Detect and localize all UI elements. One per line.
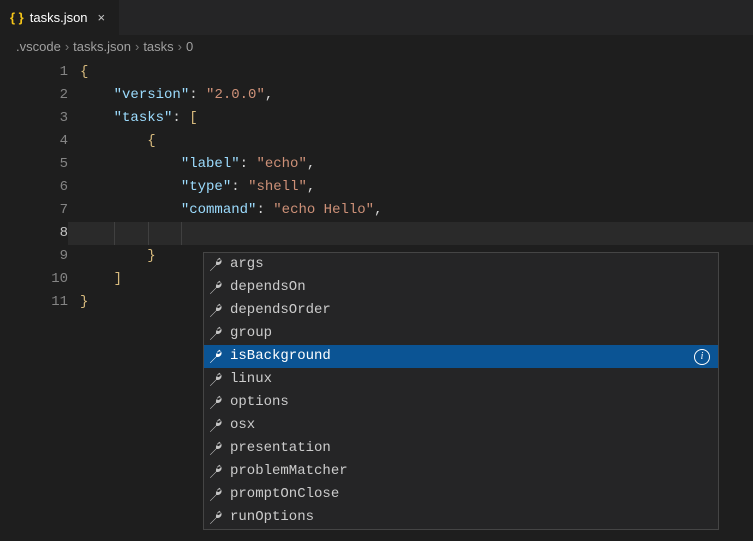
tab-bar: { } tasks.json × xyxy=(0,0,753,35)
property-icon xyxy=(208,280,224,296)
intellisense-suggest-widget[interactable]: args dependsOn dependsOrder group isBack… xyxy=(203,252,719,530)
suggest-item[interactable]: dependsOrder xyxy=(204,299,718,322)
breadcrumb-item[interactable]: tasks.json xyxy=(73,39,131,54)
suggest-item[interactable]: presentation xyxy=(204,437,718,460)
tab-title: tasks.json xyxy=(30,10,88,25)
close-icon[interactable]: × xyxy=(94,10,110,25)
suggest-item[interactable]: args xyxy=(204,253,718,276)
suggest-item[interactable]: osx xyxy=(204,414,718,437)
line-number-gutter: 1 2 3 4 5 6 7 8 9 10 11 xyxy=(0,57,68,541)
suggest-item[interactable]: problemMatcher xyxy=(204,460,718,483)
suggest-item[interactable]: promptOnClose xyxy=(204,483,718,506)
property-icon xyxy=(208,303,224,319)
json-file-icon: { } xyxy=(10,10,24,25)
suggest-item[interactable]: runOptions xyxy=(204,506,718,529)
suggest-item[interactable]: options xyxy=(204,391,718,414)
suggest-item[interactable]: group xyxy=(204,322,718,345)
breadcrumb-item[interactable]: .vscode xyxy=(16,39,61,54)
chevron-right-icon: › xyxy=(178,39,182,54)
property-icon xyxy=(208,464,224,480)
info-icon[interactable]: i xyxy=(694,349,710,365)
breadcrumb-item[interactable]: tasks xyxy=(143,39,173,54)
property-icon xyxy=(208,418,224,434)
suggest-item[interactable]: dependsOn xyxy=(204,276,718,299)
property-icon xyxy=(208,395,224,411)
breadcrumb[interactable]: .vscode › tasks.json › tasks › 0 xyxy=(0,35,753,57)
property-icon xyxy=(208,510,224,526)
suggest-item-selected[interactable]: isBackground i xyxy=(204,345,718,368)
breadcrumb-item[interactable]: 0 xyxy=(186,39,193,54)
property-icon xyxy=(208,326,224,342)
chevron-right-icon: › xyxy=(65,39,69,54)
chevron-right-icon: › xyxy=(135,39,139,54)
current-line[interactable] xyxy=(68,222,753,245)
property-icon xyxy=(208,487,224,503)
property-icon xyxy=(208,257,224,273)
property-icon xyxy=(208,349,224,365)
property-icon xyxy=(208,372,224,388)
editor-tab[interactable]: { } tasks.json × xyxy=(0,0,119,35)
property-icon xyxy=(208,441,224,457)
suggest-item[interactable]: linux xyxy=(204,368,718,391)
